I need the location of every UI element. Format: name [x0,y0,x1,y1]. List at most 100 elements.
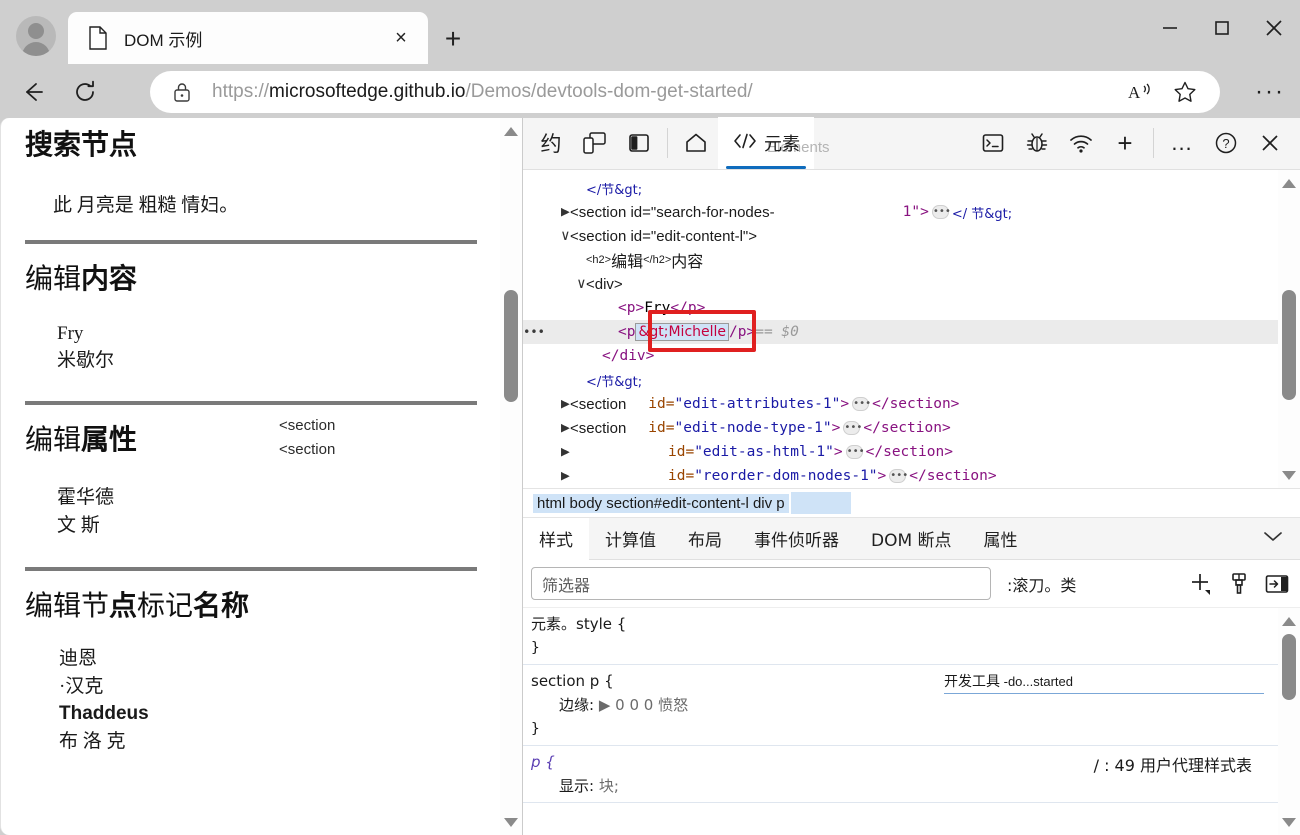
profile-avatar[interactable] [16,16,56,56]
styles-pane-tabs[interactable]: 样式 计算值 布局 事件侦听器 DOM 断点 属性 [523,517,1300,560]
chevron-down-icon[interactable] [1262,529,1284,548]
styles-tab-0[interactable]: 样式 [523,517,589,560]
styles-rules-list[interactable]: 元素。style {} section p {边缘: ▶ 0 0 0 愤怒} 开发工… [523,608,1278,835]
style-declaration[interactable]: 边缘: ▶ 0 0 0 愤怒 [531,693,1278,717]
name-line: 米歇尔 [57,350,115,372]
devtools-close-button[interactable] [1248,121,1292,165]
maximize-button[interactable] [1196,0,1248,56]
style-rule[interactable]: section p {边缘: ▶ 0 0 0 愤怒} 开发工具 -do...sta… [523,665,1278,746]
dom-token: id= [648,396,675,412]
new-style-rule-icon[interactable] [1186,569,1216,599]
dom-twisty-icon[interactable]: ▶ [561,444,570,460]
dom-twisty-icon[interactable]: ▶ [561,420,570,436]
dom-text-edit-field[interactable]: &gt;Michelle [635,323,730,341]
browser-settings-button[interactable]: ··· [1250,74,1290,110]
expand-ellipsis-button[interactable]: ••• [889,469,908,483]
devtools-toolbar-right: + ... ? [971,117,1300,169]
dom-tree-row[interactable]: </div> [523,344,1278,368]
dom-twisty-icon[interactable]: ▶ [561,396,570,412]
address-bar[interactable]: https://microsoftedge.github.io/Demos/de… [150,71,1220,113]
dom-tree-row[interactable]: </节&gt; [523,176,1278,200]
styles-tab-5[interactable]: 属性 [968,518,1034,560]
styles-scrollbar[interactable] [1278,608,1300,835]
expand-ellipsis-button[interactable]: ••• [843,421,862,435]
styles-filter-input[interactable]: 筛选器 [531,567,991,600]
scroll-down-arrow[interactable] [1278,464,1300,486]
bug-icon[interactable] [1015,121,1059,165]
expand-ellipsis-button[interactable]: ••• [852,397,871,411]
styles-tab-3[interactable]: 事件侦听器 [738,518,855,560]
dom-tree[interactable]: </节&gt; ▶ <section id="search-for-nodes- 1"… [523,170,1278,488]
close-window-button[interactable] [1248,0,1300,56]
dom-tree-row[interactable]: ∨ <div> [523,272,1278,296]
page-scrollbar-thumb[interactable] [504,290,518,402]
dom-tree-row[interactable]: </节&gt; [523,368,1278,392]
page-scrollbar[interactable] [500,118,522,835]
new-tab-button[interactable]: + [436,22,470,56]
dom-twisty-icon[interactable]: ▶ [561,204,570,220]
console-icon[interactable] [971,121,1015,165]
breadcrumb[interactable]: html body section#edit-content-l div p [523,488,1300,518]
styles-scrollbar-thumb[interactable] [1282,634,1296,700]
home-icon[interactable] [674,121,718,165]
scroll-down-arrow[interactable] [500,811,522,833]
expand-ellipsis-button[interactable]: ••• [931,205,951,219]
device-emulation-icon[interactable] [573,121,617,165]
scroll-up-arrow[interactable] [1278,610,1300,632]
styles-tab-2[interactable]: 布局 [672,518,738,560]
scroll-up-arrow[interactable] [500,120,522,142]
style-rule[interactable]: p {显示: 块; / : 49 用户代理样式表 [523,746,1278,803]
hover-state-label[interactable]: :滚刀。类 [1007,572,1076,596]
dom-twisty-icon[interactable]: ∨ [577,276,586,292]
styles-tab-1[interactable]: 计算值 [589,518,672,560]
scroll-down-arrow[interactable] [1278,811,1300,833]
page-heading-edit-node-name: 编辑节点标记名称 [25,590,250,622]
minimize-button[interactable] [1144,0,1196,56]
dom-tree-row[interactable]: <h2> 编辑 </h2> 内容 [523,248,1278,272]
dom-token: </section> [872,396,960,412]
dom-tree-row[interactable]: ▶ <section id="search-for-nodes- 1"> ••• </ … [523,200,1278,224]
tab-close-button[interactable]: × [386,23,416,53]
star-icon[interactable] [1168,75,1202,109]
add-tool-button[interactable]: + [1103,121,1147,165]
declaration-name: 显示: [559,777,599,795]
dom-tree-row[interactable]: ▶ <section id= "edit-attributes-1" > ••• </sec… [523,392,1278,416]
reload-button[interactable] [66,73,104,111]
about-label[interactable]: 约 [529,121,573,165]
toolbar-divider [667,128,668,158]
devtools-more-button[interactable]: ... [1160,121,1204,165]
style-rule[interactable]: 元素。style {} [523,608,1278,665]
browser-tab[interactable]: DOM 示例 × [68,12,428,64]
dock-side-icon[interactable] [617,121,661,165]
dom-twisty-icon[interactable]: ▶ [561,468,570,484]
style-rule-selector[interactable]: 元素。style { [531,612,1278,636]
browser-window: DOM 示例 × + https://microsoftedge.github.… [0,0,1300,835]
read-aloud-icon[interactable]: A [1124,75,1158,109]
styles-tab-4[interactable]: DOM 断点 [855,518,968,560]
dom-tree-row[interactable]: ∨ <section id="edit-content-l"> [523,224,1278,248]
style-source-label: / : 49 用户代理样式表 [1093,756,1252,775]
dom-scrollbar-thumb[interactable] [1282,290,1296,400]
expand-ellipsis-button[interactable]: ••• [845,445,865,459]
dom-twisty-icon[interactable]: ∨ [561,228,570,244]
declaration-value[interactable]: 块; [599,777,619,795]
declaration-value[interactable]: ▶ 0 0 0 愤怒 [599,696,688,714]
style-rule-close-brace: } [531,721,540,737]
panel-toggle-icon[interactable] [1262,569,1292,599]
style-source-link[interactable]: 开发工具 -do...started [944,671,1264,694]
dom-tree-row[interactable]: ▶ <section id= "edit-node-type-1" > ••• </sect… [523,416,1278,440]
dom-token: <section id="search-for-nodes- [570,203,775,221]
tab-elements[interactable]: Elements 元素 [718,117,830,169]
dom-tree-row[interactable]: ▶ id= "reorder-dom-nodes-1" > ••• </section> [523,464,1278,488]
network-icon[interactable] [1059,121,1103,165]
style-declaration[interactable]: 显示: 块; [531,774,1278,798]
back-button[interactable] [14,73,52,111]
brush-icon[interactable] [1224,569,1254,599]
scroll-up-arrow[interactable] [1278,172,1300,194]
dom-tree-row[interactable]: ••• <p &gt;Michelle/p> == $0 [523,320,1278,344]
help-icon[interactable]: ? [1204,121,1248,165]
styles-rules-panel: 元素。style {} section p {边缘: ▶ 0 0 0 愤怒} 开发工… [523,608,1300,835]
dom-tree-row[interactable]: ▶ id= "edit-as-html-1" > ••• </section> [523,440,1278,464]
dom-scrollbar[interactable] [1278,170,1300,488]
dom-tree-row[interactable]: <p> Fry </p> [523,296,1278,320]
